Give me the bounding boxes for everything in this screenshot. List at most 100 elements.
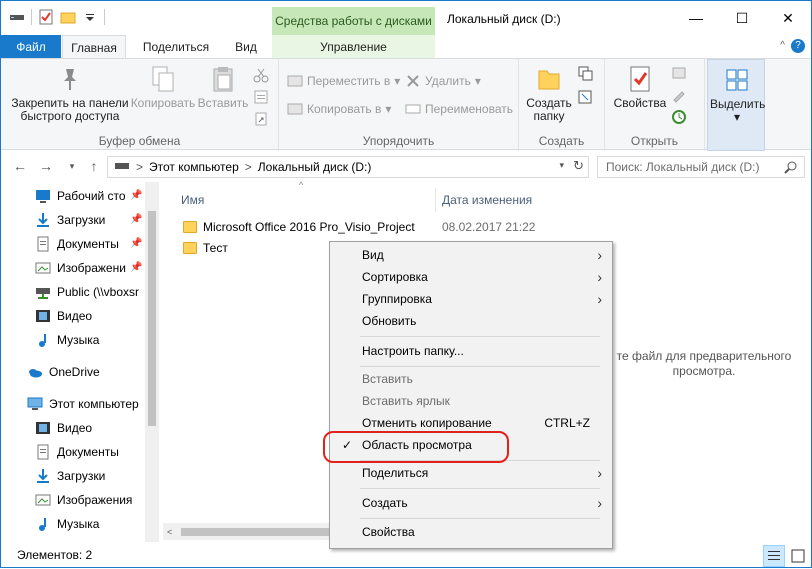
tab-manage[interactable]: Управление — [272, 35, 435, 59]
drive-tools-context-title: Средства работы с дисками — [272, 7, 435, 35]
documents-icon — [35, 444, 51, 460]
tab-home[interactable]: Главная — [62, 35, 126, 59]
easy-access-icon — [577, 89, 593, 105]
easy-access-button[interactable] — [577, 89, 593, 105]
move-to-button[interactable]: Переместить в ▾ — [287, 73, 400, 89]
submenu-arrow-icon: › — [597, 269, 602, 285]
details-view-button[interactable] — [763, 545, 785, 567]
copy-to-icon — [287, 101, 303, 117]
onedrive-icon — [27, 364, 43, 380]
column-header-date[interactable]: Дата изменения — [442, 188, 562, 212]
cut-button[interactable] — [253, 67, 269, 83]
new-item-icon — [577, 65, 593, 81]
nav-label: Видео — [57, 421, 93, 435]
nav-label: OneDrive — [49, 365, 100, 379]
menu-shortcut: CTRL+Z — [544, 416, 590, 430]
menu-item-properties[interactable]: Свойства — [332, 521, 610, 543]
menu-item-paste-shortcut[interactable]: Вставить ярлык — [332, 390, 610, 412]
forward-button[interactable]: → — [37, 157, 55, 175]
properties-icon[interactable] — [38, 9, 54, 25]
new-folder-button[interactable]: Создать папку — [523, 65, 575, 123]
recent-locations-button[interactable]: ▾ — [63, 157, 81, 175]
menu-item-paste[interactable]: Вставить — [332, 368, 610, 390]
properties-button[interactable]: Свойства — [611, 65, 669, 110]
column-divider — [435, 188, 436, 212]
details-view-icon — [768, 551, 780, 560]
maximize-button[interactable]: ☐ — [719, 1, 765, 35]
toolbar-divider — [31, 9, 32, 25]
select-button[interactable]: Выделить ▾ — [710, 66, 766, 124]
new-item-button[interactable] — [577, 65, 593, 81]
menu-item-share[interactable]: Поделиться › — [332, 462, 610, 484]
nav-label: Документы — [57, 445, 119, 459]
delete-button[interactable]: Удалить ▾ — [405, 73, 481, 89]
search-placeholder: Поиск: Локальный диск (D:) — [606, 160, 760, 174]
edit-button[interactable] — [671, 87, 687, 103]
pin-to-quick-access-button[interactable]: Закрепить на панели быстрого доступа — [7, 65, 133, 123]
dropdown-icon: ▾ — [474, 74, 481, 88]
network-drive-icon — [35, 284, 51, 300]
paste-button[interactable]: Вставить — [197, 65, 249, 110]
submenu-arrow-icon: › — [597, 291, 602, 307]
menu-item-sort[interactable]: Сортировка › — [332, 266, 610, 288]
nav-label: Документы — [57, 237, 119, 251]
menu-label: Поделиться — [362, 466, 429, 480]
copy-path-button[interactable] — [253, 89, 269, 105]
back-button[interactable]: ← — [11, 157, 29, 175]
column-header-name[interactable]: Имя — [181, 188, 431, 212]
music-icon — [35, 332, 51, 348]
new-folder-icon — [535, 65, 563, 93]
copy-to-button[interactable]: Копировать в ▾ — [287, 101, 391, 117]
chevron-up-icon[interactable]: ^ — [780, 40, 785, 51]
menu-item-new[interactable]: Создать › — [332, 492, 610, 514]
organize-group-label: Упорядочить — [362, 134, 435, 148]
select-group: Выделить ▾ — [707, 59, 765, 151]
new-folder-icon[interactable] — [60, 9, 76, 25]
menu-item-view[interactable]: Вид › — [332, 244, 610, 266]
copy-to-label: Копировать в — [307, 102, 382, 116]
history-button[interactable] — [671, 109, 687, 125]
address-bar[interactable]: > Этот компьютер > Локальный диск (D:) ▾… — [107, 156, 589, 178]
open-icon — [671, 65, 687, 81]
copy-button[interactable]: Копировать — [129, 65, 197, 110]
file-row[interactable]: Тест — [183, 238, 228, 258]
folder-icon — [183, 221, 197, 233]
rename-button[interactable]: Переименовать — [405, 101, 513, 117]
customize-qat-icon[interactable] — [82, 9, 98, 25]
file-row[interactable]: Microsoft Office 2016 Pro_Visio_Project — [183, 217, 415, 237]
help-icon[interactable]: ? — [791, 39, 805, 53]
music-icon — [35, 516, 51, 532]
select-label: Выделить — [710, 97, 766, 111]
menu-item-group[interactable]: Группировка › — [332, 288, 610, 310]
computer-icon — [27, 396, 43, 412]
submenu-arrow-icon: › — [597, 465, 602, 481]
dropdown-icon: ▾ — [394, 74, 401, 88]
address-dropdown-button[interactable]: ▾ — [559, 160, 564, 171]
minimize-button[interactable]: — — [673, 1, 719, 35]
search-box[interactable]: Поиск: Локальный диск (D:) — [597, 156, 805, 178]
scroll-left-icon[interactable]: < — [167, 527, 172, 537]
ribbon: Закрепить на панели быстрого доступа Коп… — [1, 58, 811, 151]
paste-shortcut-button[interactable] — [253, 111, 269, 127]
highlight-annotation-ring — [323, 431, 509, 463]
open-button[interactable] — [671, 65, 687, 81]
nav-label: Изображения — [57, 493, 133, 507]
tab-view[interactable]: Вид — [225, 35, 267, 59]
close-button[interactable]: ✕ — [765, 1, 811, 35]
open-group-label: Открыть — [630, 134, 679, 148]
breadcrumb-this-pc[interactable]: Этот компьютер — [149, 160, 239, 174]
tab-share[interactable]: Поделиться — [134, 35, 218, 59]
nav-pane-scroll-thumb[interactable] — [148, 211, 156, 426]
up-button[interactable]: ↑ — [85, 157, 103, 175]
horizontal-scroll-thumb[interactable] — [181, 528, 329, 536]
copy-icon — [149, 65, 177, 93]
menu-item-refresh[interactable]: Обновить — [332, 310, 610, 332]
large-icons-view-button[interactable] — [787, 545, 809, 567]
delete-icon — [405, 73, 421, 89]
select-all-icon — [723, 66, 751, 94]
tab-file[interactable]: Файл — [1, 35, 61, 59]
menu-item-customize[interactable]: Настроить папку... — [332, 340, 610, 362]
refresh-button[interactable]: ↻ — [573, 158, 584, 174]
downloads-icon — [35, 468, 51, 484]
breadcrumb-local-disk[interactable]: Локальный диск (D:) — [258, 160, 372, 174]
